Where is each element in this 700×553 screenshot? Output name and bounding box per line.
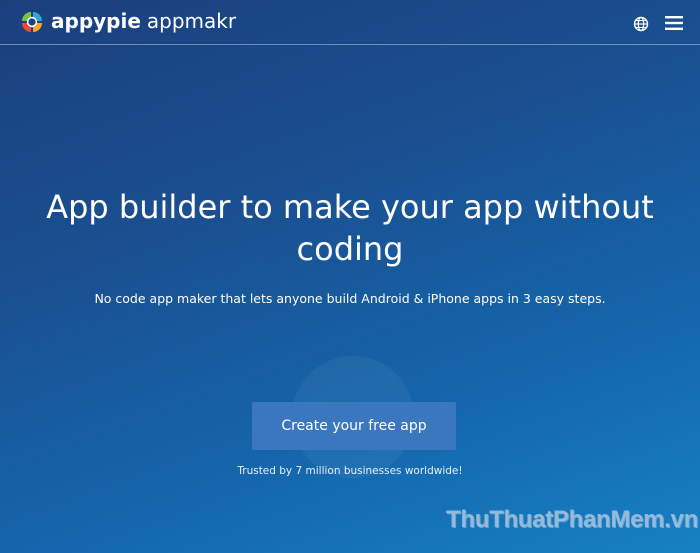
hero-subtitle: No code app maker that lets anyone build… bbox=[94, 291, 606, 306]
create-free-app-button[interactable]: Create your free app bbox=[252, 402, 456, 450]
watermark-text: ThuThuatPhanMem.vn bbox=[446, 506, 698, 533]
brand-primary: appypie bbox=[51, 9, 141, 33]
top-navigation-bar: appypie appmakr bbox=[0, 0, 700, 45]
brand-secondary: appmakr bbox=[146, 9, 237, 33]
globe-icon[interactable] bbox=[633, 16, 649, 32]
trust-statement: Trusted by 7 million businesses worldwid… bbox=[237, 465, 463, 477]
appypie-logo-icon[interactable] bbox=[19, 9, 45, 35]
hero-headline: App builder to make your app without cod… bbox=[46, 188, 654, 268]
hamburger-menu-icon[interactable] bbox=[665, 15, 683, 31]
brand-name[interactable]: appypie appmakr bbox=[51, 8, 236, 34]
